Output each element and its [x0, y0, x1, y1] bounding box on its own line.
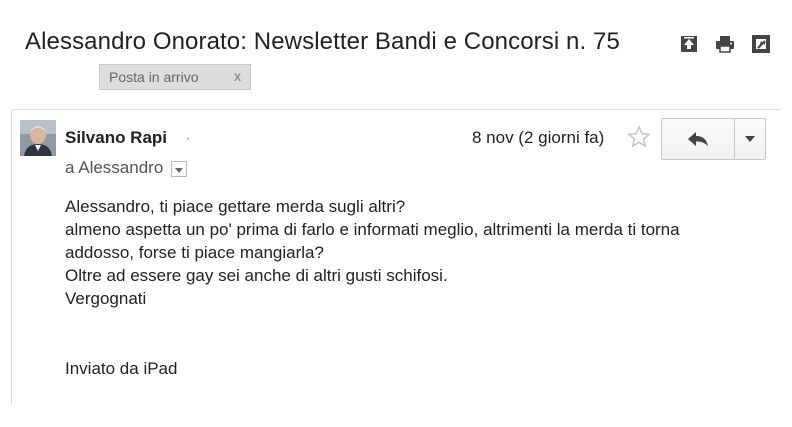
star-icon[interactable]: [627, 125, 651, 149]
body-line: almeno aspetta un po' prima di farlo e i…: [65, 220, 680, 239]
label-chip-text: Posta in arrivo: [109, 69, 199, 85]
reply-icon: [688, 132, 708, 146]
email-date: 8 nov (2 giorni fa): [472, 128, 605, 147]
body-line: Oltre ad essere gay sei anche di altri g…: [65, 266, 448, 285]
thread-left-border: [11, 109, 12, 405]
chevron-down-icon: [745, 136, 755, 142]
recipient-line: a Alessandro: [65, 158, 188, 178]
label-remove-button[interactable]: x: [234, 68, 241, 84]
chevron-down-icon: [175, 168, 184, 173]
sender-separator: ·: [185, 128, 191, 147]
recipient-text: a Alessandro: [65, 158, 164, 177]
body-line: Alessandro, ti piace gettare merda sugli…: [65, 197, 406, 216]
email-subject: Alessandro Onorato: Newsletter Bandi e C…: [25, 28, 620, 55]
header-divider: [11, 109, 780, 110]
email-signature: Inviato da iPad: [65, 359, 178, 378]
reply-button[interactable]: [662, 119, 735, 159]
show-details-button[interactable]: [171, 161, 188, 177]
sender-name[interactable]: Silvano Rapi: [65, 128, 167, 148]
archive-icon[interactable]: [679, 34, 699, 54]
label-chip-inbox[interactable]: Posta in arrivo x: [99, 64, 251, 90]
email-body: Alessandro, ti piace gettare merda sugli…: [65, 195, 680, 310]
print-icon[interactable]: [715, 34, 735, 54]
more-actions-button[interactable]: [735, 119, 765, 159]
new-window-icon[interactable]: [751, 34, 771, 54]
body-line: addosso, forse ti piace mangiarla?: [65, 243, 324, 262]
message-toolbar: [679, 34, 771, 54]
reply-button-group: [661, 118, 766, 160]
sender-avatar[interactable]: [20, 120, 56, 156]
body-line: Vergognati: [65, 289, 147, 308]
